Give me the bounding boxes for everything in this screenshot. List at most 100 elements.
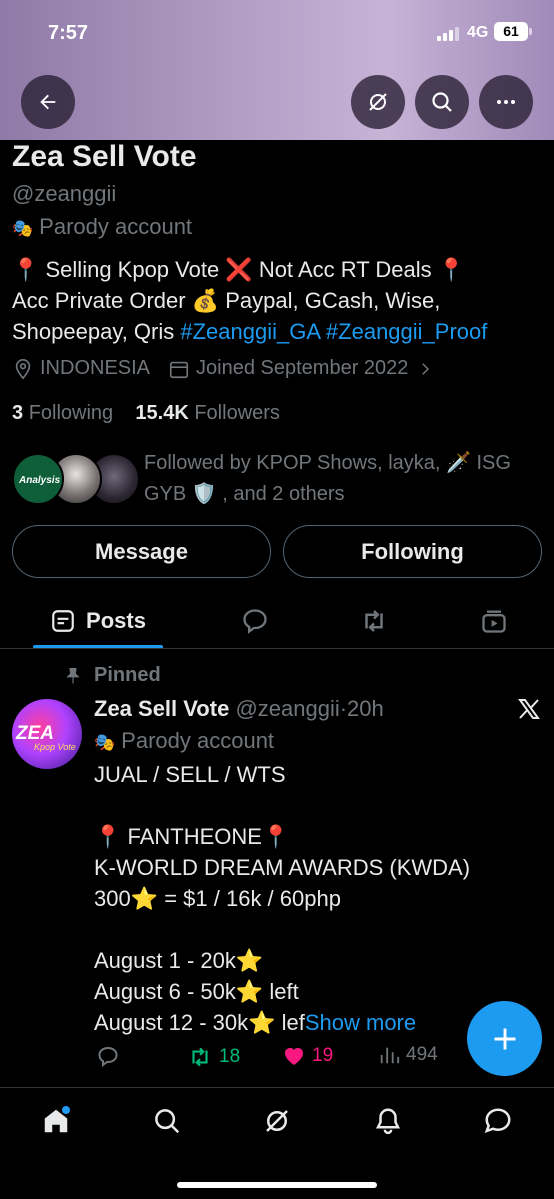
tab-replies[interactable] bbox=[235, 594, 275, 648]
followers-link[interactable]: 15.4K Followers bbox=[135, 402, 280, 424]
views-icon bbox=[380, 1047, 400, 1064]
tab-reposts[interactable] bbox=[354, 594, 394, 648]
post-parody-mask-icon: 🎭 bbox=[94, 733, 116, 752]
more-horizontal-icon bbox=[497, 100, 515, 104]
avatar-badge-text: Analysis bbox=[19, 475, 61, 486]
post-last-line-text: August 12 - 30k⭐ lef bbox=[94, 1010, 305, 1035]
bio-line-3: Shopeepay, Qris #Zeanggii_GA #Zeanggii_P… bbox=[12, 316, 542, 347]
pinned-text: Pinned bbox=[94, 664, 161, 686]
followed-by-line-2: GYB 🛡️ , and 2 others bbox=[144, 483, 345, 505]
tab-posts[interactable]: Posts bbox=[33, 594, 163, 648]
signal-icon bbox=[437, 27, 459, 41]
hashtag-ga-link[interactable]: #Zeanggii_GA bbox=[180, 319, 319, 344]
media-icon bbox=[482, 610, 506, 633]
post-author-avatar[interactable]: ZEA Kpop Vote bbox=[12, 699, 82, 769]
profile-bio: 📍 Selling Kpop Vote ❌ Not Acc RT Deals 📍… bbox=[12, 254, 542, 347]
message-button[interactable]: Message bbox=[12, 525, 271, 578]
status-bar: 7:57 4G 61 bbox=[0, 18, 554, 48]
chat-icon bbox=[484, 1108, 511, 1134]
nav-search[interactable] bbox=[147, 1104, 187, 1138]
post-line: August 1 - 20k⭐ bbox=[94, 948, 264, 973]
search-icon bbox=[432, 92, 452, 112]
tab-media[interactable] bbox=[474, 594, 514, 648]
search-icon bbox=[155, 1109, 180, 1134]
location-text: INDONESIA bbox=[40, 357, 151, 379]
pinned-label: Pinned bbox=[64, 664, 161, 687]
calendar-icon bbox=[169, 361, 189, 378]
home-indicator bbox=[177, 1182, 377, 1188]
home-notification-dot bbox=[62, 1106, 70, 1114]
nav-grok[interactable] bbox=[257, 1104, 297, 1138]
battery-icon: 61 bbox=[494, 22, 528, 41]
post-line: JUAL / SELL / WTS bbox=[94, 762, 286, 787]
followed-by-text[interactable]: Followed by KPOP Shows, layka, 🗡️ ISG GY… bbox=[144, 448, 544, 510]
following-count: 3 bbox=[12, 402, 24, 424]
post-line: K-WORLD DREAM AWARDS (KWDA) bbox=[94, 855, 471, 880]
compose-fab[interactable] bbox=[467, 1001, 542, 1076]
post-parody-text: Parody account bbox=[121, 728, 275, 753]
reply-action[interactable] bbox=[96, 1044, 120, 1068]
post-line bbox=[94, 914, 474, 945]
plus-icon bbox=[494, 1028, 515, 1049]
back-button[interactable] bbox=[21, 75, 75, 129]
profile-tabs: Posts bbox=[0, 594, 554, 648]
battery-tip bbox=[529, 28, 532, 35]
chevron-right-icon[interactable] bbox=[416, 360, 434, 378]
tab-posts-label: Posts bbox=[86, 608, 146, 633]
nav-home[interactable] bbox=[36, 1104, 76, 1138]
avatar-kpopvote-text: Kpop Vote bbox=[34, 742, 76, 752]
reply-icon bbox=[243, 609, 267, 634]
tabs-divider bbox=[0, 648, 554, 649]
mutual-followers-avatars[interactable]: Analysis bbox=[12, 453, 140, 505]
location-icon bbox=[15, 358, 31, 379]
like-action[interactable]: 19 bbox=[282, 1044, 333, 1068]
post-line: 📍 FANTHEONE📍 bbox=[94, 824, 290, 849]
pin-icon bbox=[66, 667, 80, 683]
more-button[interactable] bbox=[479, 75, 533, 129]
search-button[interactable] bbox=[415, 75, 469, 129]
show-more-link[interactable]: Show more bbox=[305, 1010, 416, 1035]
post-line: August 6 - 50k⭐ left bbox=[94, 979, 299, 1004]
avatar-kpop-shows: Analysis bbox=[12, 453, 64, 505]
post-parody-label: 🎭 Parody account bbox=[94, 728, 274, 754]
bio-line-3-text: Shopeepay, Qris bbox=[12, 319, 181, 344]
like-count: 19 bbox=[312, 1045, 334, 1066]
following-label: Following bbox=[28, 402, 114, 424]
post-time: ·20h bbox=[339, 696, 384, 721]
grok-button[interactable] bbox=[351, 75, 405, 129]
post-body[interactable]: JUAL / SELL / WTS 📍 FANTHEONE📍 K-WORLD D… bbox=[94, 759, 474, 1038]
views-action[interactable]: 494 bbox=[378, 1044, 438, 1066]
heart-icon bbox=[285, 1048, 303, 1065]
bell-icon bbox=[375, 1108, 401, 1135]
repost-icon bbox=[192, 1047, 208, 1067]
grok-icon bbox=[266, 1110, 288, 1132]
parody-label: 🎭 Parody account bbox=[12, 214, 192, 240]
repost-action[interactable]: 18 bbox=[187, 1044, 240, 1070]
repost-count: 18 bbox=[219, 1046, 241, 1067]
followers-label: Followers bbox=[194, 402, 280, 424]
reply-icon bbox=[98, 1046, 118, 1067]
parody-text: Parody account bbox=[39, 214, 193, 239]
status-time: 7:57 bbox=[48, 22, 89, 44]
post-header[interactable]: Zea Sell Vote @zeanggii·20h bbox=[94, 696, 384, 722]
hashtag-proof-link[interactable]: #Zeanggii_Proof bbox=[326, 319, 487, 344]
nav-notifications[interactable] bbox=[368, 1104, 408, 1138]
posts-icon bbox=[52, 610, 74, 632]
followers-count: 15.4K bbox=[135, 402, 189, 424]
post-line: 300⭐ = $1 / 16k / 60php bbox=[94, 886, 341, 911]
following-button[interactable]: Following bbox=[283, 525, 542, 578]
following-link[interactable]: 3 Following bbox=[12, 402, 113, 424]
bio-line-1: 📍 Selling Kpop Vote ❌ Not Acc RT Deals 📍 bbox=[12, 257, 466, 282]
views-count: 494 bbox=[406, 1044, 438, 1065]
followed-by-line-1: Followed by KPOP Shows, layka, 🗡️ ISG bbox=[144, 452, 511, 474]
post-author-name: Zea Sell Vote bbox=[94, 696, 230, 721]
profile-meta: INDONESIA Joined September 2022 bbox=[12, 357, 440, 380]
profile-name: Zea Sell Vote bbox=[12, 140, 197, 173]
follow-stats: 3 Following 15.4K Followers bbox=[12, 402, 280, 425]
parody-mask-icon: 🎭 bbox=[12, 219, 34, 238]
bio-line-2: Acc Private Order 💰 Paypal, GCash, Wise, bbox=[12, 288, 441, 313]
x-logo-icon bbox=[518, 699, 540, 719]
post-line-last: August 12 - 30k⭐ lefShow more bbox=[94, 1007, 474, 1038]
nav-messages[interactable] bbox=[478, 1104, 518, 1138]
arrow-left-icon bbox=[40, 94, 56, 110]
